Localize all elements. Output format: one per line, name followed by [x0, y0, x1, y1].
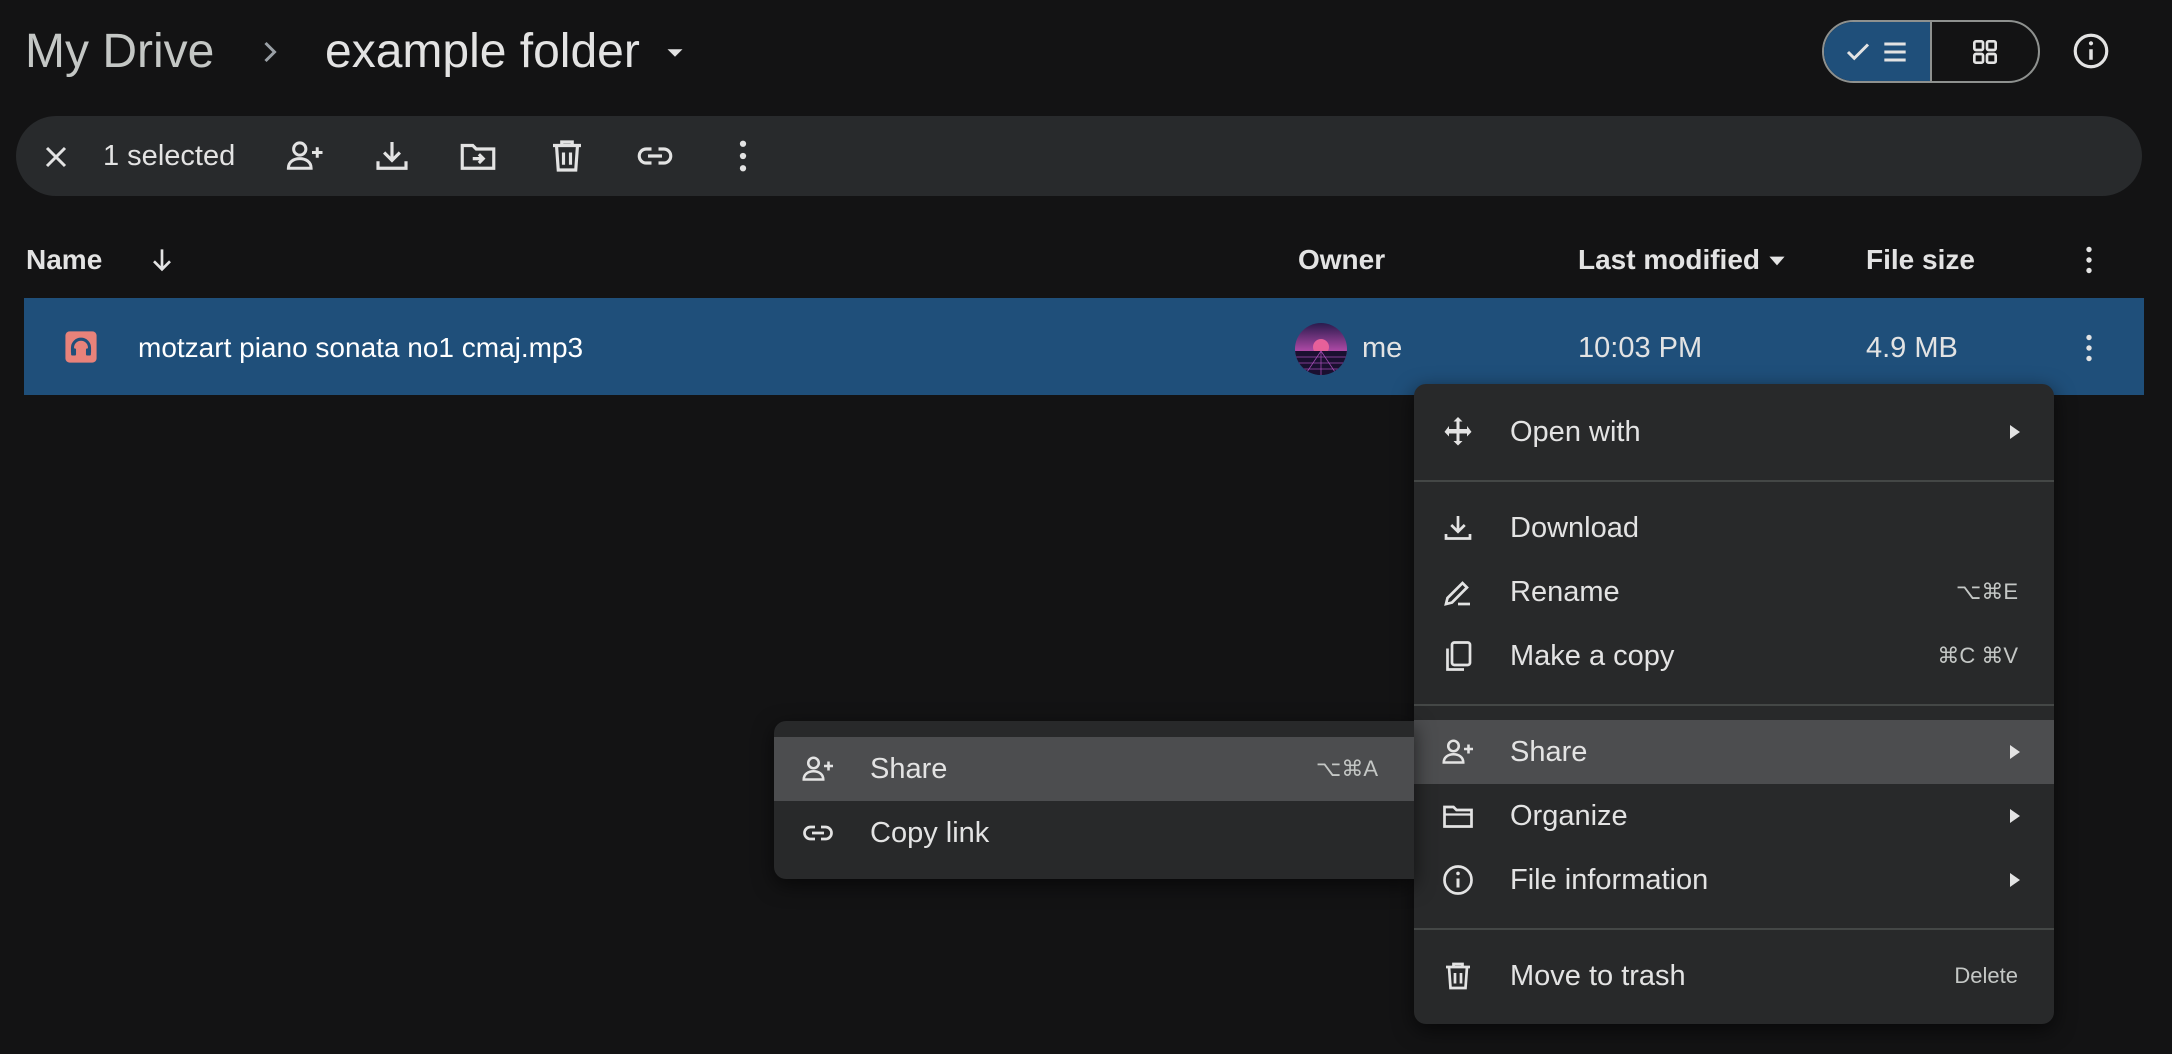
menu-item-open-with[interactable]: Open with	[1414, 400, 2054, 464]
menu-item-file-information[interactable]: File information	[1414, 848, 2054, 912]
menu-item-share[interactable]: Share	[1414, 720, 2054, 784]
menu-divider	[1414, 480, 2054, 482]
folder-icon	[1440, 798, 1476, 834]
trash-icon	[1440, 958, 1476, 994]
selected-count: 1 selected	[103, 140, 236, 172]
menu-item-shortcut: ⌥⌘A	[1315, 756, 1378, 781]
menu-item-label: Copy link	[870, 817, 990, 849]
context-menu: Open with Download Rename ⌥⌘E Make a cop…	[1414, 384, 2054, 1024]
menu-item-label: Open with	[1510, 416, 1641, 448]
copy-icon	[1440, 638, 1476, 674]
menu-item-label: Move to trash	[1510, 960, 1686, 992]
submenu-arrow-icon	[2008, 423, 2022, 441]
audio-file-icon	[64, 330, 98, 364]
list-view-button[interactable]	[1824, 22, 1932, 81]
more-vert-icon[interactable]	[2071, 330, 2107, 366]
grid-view-button[interactable]	[1932, 22, 2038, 81]
menu-divider	[1414, 704, 2054, 706]
selection-toolbar	[16, 116, 2142, 196]
check-icon	[1846, 42, 1870, 60]
menu-item-download[interactable]: Download	[1414, 496, 2054, 560]
menu-item-label: Share	[870, 753, 948, 785]
trash-icon[interactable]	[546, 135, 588, 177]
arrow-down-icon[interactable]	[146, 244, 178, 276]
link-icon	[800, 815, 836, 851]
menu-divider	[1414, 928, 2054, 930]
menu-item-make-a-copy[interactable]: Make a copy ⌘C ⌘V	[1414, 624, 2054, 688]
menu-item-label: File information	[1510, 864, 1709, 896]
menu-item-move-to-trash[interactable]: Move to trash Delete	[1414, 944, 2054, 1008]
menu-item-organize[interactable]: Organize	[1414, 784, 2054, 848]
view-toggle	[1822, 20, 2040, 83]
submenu-arrow-icon	[2008, 743, 2022, 761]
file-owner: me	[1362, 332, 1403, 364]
caret-down-icon[interactable]	[660, 38, 690, 68]
clear-selection-icon[interactable]	[38, 139, 74, 175]
info-icon	[1440, 862, 1476, 898]
more-vert-icon[interactable]	[722, 135, 764, 177]
move-to-folder-icon[interactable]	[457, 135, 499, 177]
submenu-item-share[interactable]: Share ⌥⌘A	[774, 737, 1414, 801]
menu-item-label: Share	[1510, 736, 1588, 768]
breadcrumb-my-drive[interactable]: My Drive	[25, 18, 214, 86]
column-header-last-modified[interactable]: Last modified	[1578, 240, 1760, 280]
download-icon	[1440, 510, 1476, 546]
more-vert-icon[interactable]	[2071, 242, 2107, 278]
submenu-item-copy-link[interactable]: Copy link	[774, 801, 1414, 865]
download-icon[interactable]	[371, 135, 413, 177]
info-icon[interactable]	[2070, 30, 2112, 72]
menu-item-shortcut: ⌥⌘E	[1955, 579, 2018, 604]
submenu-arrow-icon	[2008, 871, 2022, 889]
column-header-owner[interactable]: Owner	[1298, 240, 1385, 280]
chevron-right-icon	[252, 34, 288, 70]
column-header-file-size[interactable]: File size	[1866, 240, 1975, 280]
rename-icon	[1440, 574, 1476, 610]
list-icon	[1884, 42, 1906, 61]
submenu-arrow-icon	[2008, 807, 2022, 825]
file-size: 4.9 MB	[1866, 332, 1958, 364]
menu-item-label: Rename	[1510, 576, 1620, 608]
link-icon[interactable]	[634, 135, 676, 177]
avatar	[1295, 323, 1347, 375]
share-icon	[1440, 734, 1476, 770]
grid-icon	[1973, 39, 1997, 64]
menu-item-label: Download	[1510, 512, 1639, 544]
menu-item-rename[interactable]: Rename ⌥⌘E	[1414, 560, 2054, 624]
share-submenu: Share ⌥⌘A Copy link	[774, 721, 1414, 879]
menu-item-shortcut: ⌘C ⌘V	[1937, 643, 2018, 668]
share-icon[interactable]	[284, 135, 326, 177]
menu-item-label: Organize	[1510, 800, 1628, 832]
menu-item-label: Make a copy	[1510, 640, 1675, 672]
open-with-icon	[1440, 414, 1476, 450]
menu-item-shortcut: Delete	[1954, 963, 2018, 988]
file-modified: 10:03 PM	[1578, 332, 1703, 364]
breadcrumb-current-folder[interactable]: example folder	[325, 18, 640, 86]
caret-down-icon[interactable]	[1764, 248, 1790, 274]
file-name[interactable]: motzart piano sonata no1 cmaj.mp3	[138, 328, 583, 368]
column-header-name[interactable]: Name	[26, 240, 102, 280]
share-icon	[800, 751, 836, 787]
